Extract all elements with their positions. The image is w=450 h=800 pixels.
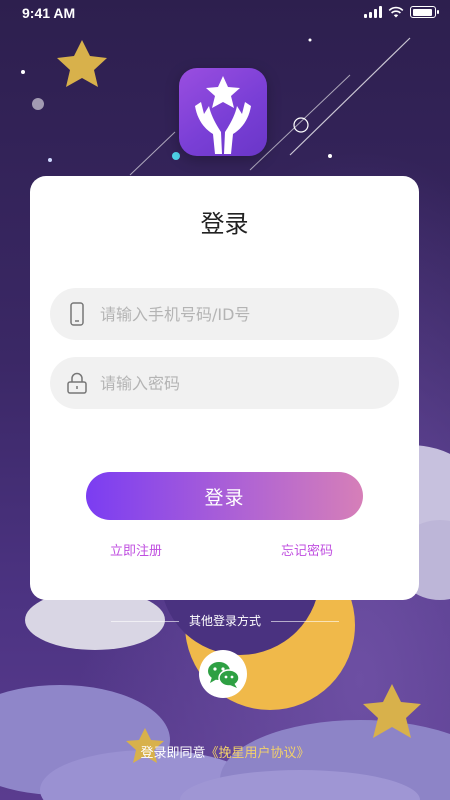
divider-line-left <box>110 621 179 622</box>
cellular-signal-icon <box>364 6 382 18</box>
status-bar: 9:41 AM <box>0 0 450 26</box>
lock-icon <box>66 370 88 396</box>
register-link[interactable]: 立即注册 <box>110 540 162 559</box>
wechat-icon <box>208 662 240 688</box>
login-screen: 9:41 AM 登录 请输入手机号码/ID号 登录 立即注册 忘记密码 其他登录… <box>0 0 450 800</box>
login-card: 登录 登录 立即注册 忘记密码 <box>30 176 419 600</box>
login-title: 登录 <box>200 210 249 238</box>
phone-icon <box>66 301 88 327</box>
password-input[interactable] <box>98 372 382 394</box>
agreement-text: 登录即同意《挽星用户协议》 <box>0 742 450 761</box>
battery-icon <box>410 6 439 18</box>
hands-holding-star-icon <box>195 76 251 154</box>
status-time: 9:41 AM <box>22 5 76 21</box>
forgot-password-link[interactable]: 忘记密码 <box>281 540 333 559</box>
login-button[interactable]: 登录 <box>86 472 363 520</box>
account-input[interactable] <box>98 303 382 325</box>
account-field[interactable] <box>50 288 399 340</box>
other-login-label: 其他登录方式 <box>188 614 261 628</box>
user-agreement-link[interactable]: 《挽星用户协议》 <box>206 746 310 761</box>
status-icons <box>364 6 439 18</box>
other-login-divider: 其他登录方式 <box>0 612 450 629</box>
divider-line-right <box>271 621 339 622</box>
agreement-prefix: 登录即同意 <box>140 746 206 761</box>
wifi-icon <box>388 6 404 18</box>
password-field[interactable] <box>50 357 399 409</box>
wechat-login-button[interactable] <box>199 650 247 698</box>
app-logo <box>179 68 267 156</box>
